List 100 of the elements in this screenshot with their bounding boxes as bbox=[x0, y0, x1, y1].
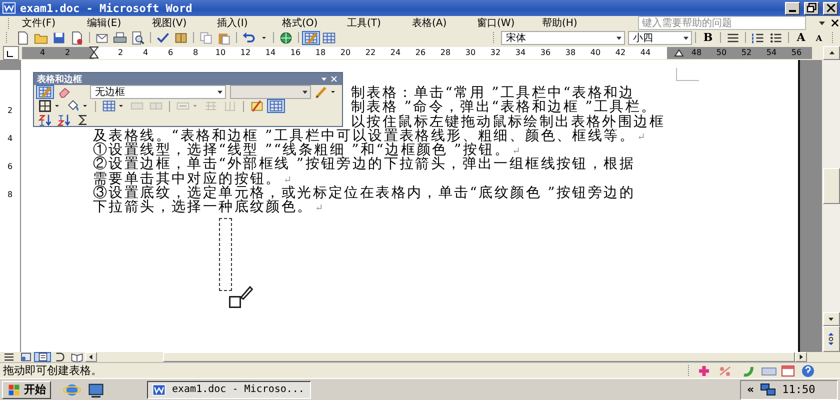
sort-ascending-button[interactable] bbox=[36, 113, 54, 127]
ruler-number: 20 bbox=[339, 48, 352, 57]
browse-object-button[interactable] bbox=[822, 326, 840, 352]
ruler-number: 2 bbox=[64, 48, 72, 57]
table-icon bbox=[269, 99, 283, 113]
tab-selector[interactable] bbox=[3, 46, 19, 60]
scroll-down-button[interactable] bbox=[822, 312, 840, 326]
ruler-number: 8 bbox=[192, 48, 200, 57]
table-pencil-icon bbox=[38, 85, 52, 99]
ruler-number: 4 bbox=[38, 48, 46, 57]
ruler-number: 22 bbox=[364, 48, 377, 57]
ruler-number: 4 bbox=[7, 134, 13, 145]
help-search-field[interactable]: 键入需要帮助的问题 bbox=[638, 16, 806, 30]
show-hidden-icons-button[interactable]: « bbox=[747, 383, 754, 396]
rows-icon bbox=[204, 99, 218, 113]
font-size-dropdown[interactable]: 小四 bbox=[628, 30, 692, 44]
restore-button[interactable] bbox=[804, 2, 819, 14]
table-icon bbox=[102, 99, 116, 113]
print-button[interactable] bbox=[111, 30, 129, 44]
language-bar-drawing[interactable] bbox=[696, 364, 816, 378]
text-line: 以按住鼠标左键拖动鼠标绘制出表格外围边框 bbox=[351, 114, 665, 129]
ruler-number: 36 bbox=[539, 48, 552, 57]
text-line: 下拉箭头，选择一种底纹颜色。↵ bbox=[93, 200, 325, 215]
scroll-right-button[interactable] bbox=[795, 352, 807, 362]
toolbar-title: 表格和边框 bbox=[37, 73, 82, 86]
status-text: 拖动即可创建表格。 bbox=[3, 363, 102, 378]
indent-marker-icon[interactable] bbox=[89, 46, 99, 60]
text-line: 及表格线。“表格和边框 ”工具栏中可以设置表格线形、粗细、颜色、框线等。↵ bbox=[93, 128, 648, 144]
scroll-left-button[interactable] bbox=[85, 352, 97, 362]
horizontal-scrollbar[interactable] bbox=[163, 352, 795, 362]
ruler-number: 42 bbox=[614, 48, 627, 57]
ruler-number: 2 bbox=[7, 106, 13, 117]
taskbar-button[interactable]: exam1.doc - Microso... bbox=[147, 380, 311, 398]
menu-item[interactable]: 编辑(E) bbox=[83, 16, 146, 30]
clock: 11:50 bbox=[782, 383, 816, 396]
shrink-font-button[interactable]: A bbox=[810, 30, 828, 44]
ruler-number: 56 bbox=[790, 48, 803, 57]
magnifier-icon bbox=[131, 30, 145, 44]
ruler-number: 2 bbox=[116, 48, 124, 57]
minimize-button[interactable] bbox=[785, 2, 800, 14]
ruler-number: 6 bbox=[7, 162, 13, 173]
menu-item[interactable]: 文件(F) bbox=[18, 16, 81, 30]
grow-font-button[interactable]: A bbox=[792, 30, 810, 44]
globe-icon bbox=[279, 30, 293, 44]
restore-icon bbox=[806, 2, 818, 14]
ruler-number: 48 bbox=[690, 48, 703, 57]
sort-icon bbox=[57, 113, 71, 127]
font-dropdown[interactable]: 宋体 bbox=[501, 30, 625, 44]
page-icon bbox=[16, 30, 30, 44]
text-line: 需要单击其中对应的按钮。↵ bbox=[93, 172, 294, 186]
draw-table-button[interactable] bbox=[36, 85, 54, 99]
ruler-number: 44 bbox=[639, 48, 652, 57]
ruler-number: 54 bbox=[765, 48, 778, 57]
ruler-number: 28 bbox=[439, 48, 452, 57]
network-icon[interactable] bbox=[760, 382, 776, 398]
menu-item[interactable]: 工具(T) bbox=[343, 16, 406, 30]
scroll-thumb[interactable] bbox=[822, 168, 840, 204]
menu-item[interactable]: 窗口(W) bbox=[473, 16, 536, 30]
spelling-button[interactable] bbox=[154, 30, 172, 44]
tables-and-borders-button[interactable] bbox=[302, 30, 320, 44]
caret-icon bbox=[329, 88, 337, 96]
check-mark-icon bbox=[156, 30, 170, 44]
printer-icon bbox=[113, 30, 127, 44]
insert-table-button[interactable] bbox=[320, 30, 338, 44]
minimize-icon bbox=[789, 10, 796, 12]
document-icon bbox=[2, 1, 16, 15]
close-icon bbox=[824, 2, 836, 14]
bold-button[interactable]: B bbox=[699, 30, 717, 44]
scroll-up-button[interactable] bbox=[823, 46, 840, 60]
vertical-scrollbar[interactable] bbox=[822, 60, 840, 352]
menu-item[interactable]: 表格(A) bbox=[408, 16, 471, 30]
close-button[interactable] bbox=[823, 2, 838, 14]
caret-icon bbox=[191, 102, 199, 110]
ruler-number: 40 bbox=[589, 48, 602, 57]
globe-icon bbox=[20, 351, 32, 363]
lines-icon bbox=[2, 351, 14, 363]
sort-descending-button[interactable] bbox=[55, 113, 73, 127]
ruler-number: 12 bbox=[239, 48, 252, 57]
ruler-number: 14 bbox=[264, 48, 277, 57]
bulleted-list-icon bbox=[769, 30, 783, 44]
ruler-number: 32 bbox=[489, 48, 502, 57]
ruler-number: 4 bbox=[142, 48, 150, 57]
line-style-dropdown[interactable]: 无边框 bbox=[90, 85, 226, 99]
clipboard-icon bbox=[217, 30, 231, 44]
autoformat-icon bbox=[250, 99, 264, 113]
undo-icon bbox=[242, 30, 256, 44]
indent-marker-icon[interactable] bbox=[674, 48, 684, 56]
outline-icon bbox=[54, 351, 66, 363]
close-icon[interactable] bbox=[830, 18, 840, 28]
print-layout-button[interactable] bbox=[34, 352, 51, 362]
menu-item[interactable]: 帮助(H) bbox=[538, 16, 601, 30]
start-button[interactable]: 开始 bbox=[2, 380, 51, 398]
gridlines-button[interactable] bbox=[267, 99, 285, 113]
menu-item[interactable]: 视图(V) bbox=[148, 16, 211, 30]
bucket-icon bbox=[66, 99, 80, 113]
menu-item[interactable]: 格式(O) bbox=[278, 16, 341, 30]
table-pencil-icon bbox=[304, 30, 318, 44]
sort-icon bbox=[38, 113, 52, 127]
ruler-number: 24 bbox=[389, 48, 402, 57]
menu-item[interactable]: 插入(I) bbox=[213, 16, 276, 30]
